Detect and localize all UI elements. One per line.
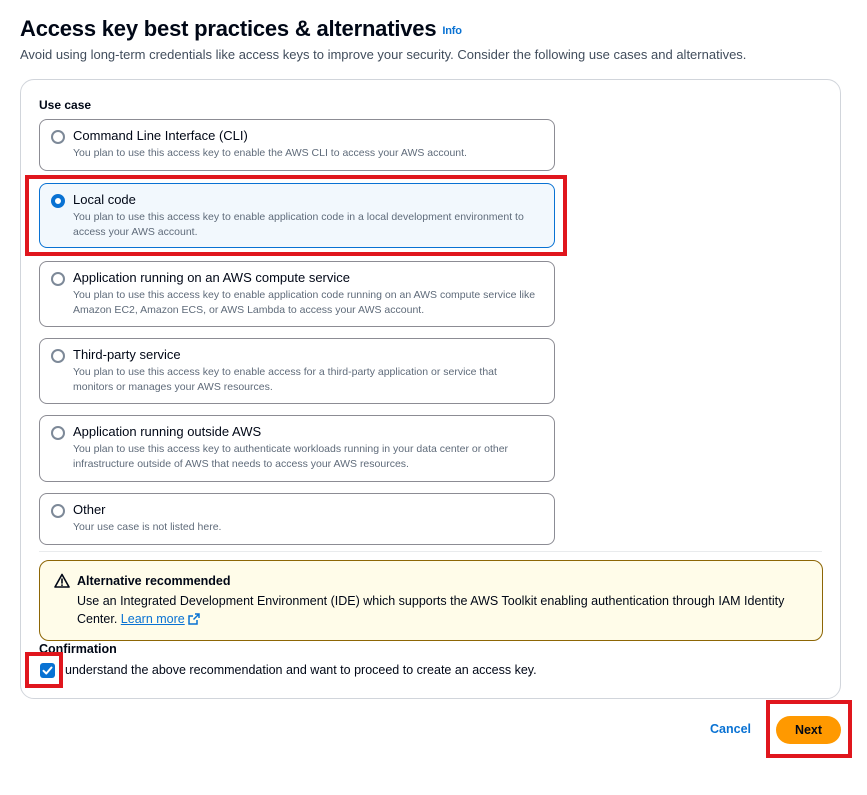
alternative-alert: Alternative recommended Use an Integrate…: [39, 560, 823, 641]
confirmation-label: Confirmation: [39, 642, 117, 656]
radio-outside-aws[interactable]: [51, 426, 65, 440]
option-aws-compute[interactable]: Application running on an AWS compute se…: [39, 261, 555, 327]
divider: [39, 551, 822, 552]
option-description: You plan to use this access key to enabl…: [73, 211, 524, 238]
learn-more-link[interactable]: Learn more: [121, 612, 200, 626]
learn-more-label[interactable]: Learn more: [121, 612, 185, 626]
option-title: Application running outside AWS: [73, 424, 262, 439]
radio-cli[interactable]: [51, 130, 65, 144]
option-description: You plan to use this access key to enabl…: [73, 289, 536, 316]
alert-body: Use an Integrated Development Environmen…: [77, 592, 792, 628]
page-title-text: Access key best practices & alternatives: [20, 16, 437, 41]
warning-icon: [54, 573, 70, 588]
confirmation-text: understand the above recommendation and …: [65, 663, 537, 677]
option-outside-aws[interactable]: Application running outside AWS You plan…: [39, 415, 555, 482]
radio-aws-compute[interactable]: [51, 272, 65, 286]
use-case-label: Use case: [39, 98, 92, 112]
option-description: You plan to use this access key to enabl…: [73, 147, 467, 159]
option-title: Application running on an AWS compute se…: [73, 270, 351, 285]
next-button[interactable]: Next: [776, 716, 841, 744]
external-link-icon[interactable]: [187, 613, 200, 625]
option-description: You plan to use this access key to enabl…: [73, 366, 497, 393]
option-title: Local code: [73, 192, 136, 207]
radio-third-party[interactable]: [51, 349, 65, 363]
option-description: Your use case is not listed here.: [73, 521, 222, 533]
option-third-party[interactable]: Third-party service You plan to use this…: [39, 338, 555, 404]
confirmation-checkbox[interactable]: [40, 663, 55, 678]
option-other[interactable]: Other Your use case is not listed here.: [39, 493, 555, 545]
radio-local-code[interactable]: [51, 194, 65, 208]
option-cli[interactable]: Command Line Interface (CLI) You plan to…: [39, 119, 555, 171]
alert-title: Alternative recommended: [77, 574, 231, 588]
cancel-button[interactable]: Cancel: [710, 722, 751, 736]
option-title: Command Line Interface (CLI): [73, 128, 248, 143]
option-local-code[interactable]: Local code You plan to use this access k…: [39, 183, 555, 248]
option-description: You plan to use this access key to authe…: [73, 443, 509, 470]
info-link[interactable]: Info: [442, 25, 462, 37]
checkmark-icon: [42, 666, 53, 675]
page-subtitle: Avoid using long-term credentials like a…: [20, 47, 747, 62]
radio-other[interactable]: [51, 504, 65, 518]
option-title: Other: [73, 502, 106, 517]
page-title: Access key best practices & alternatives…: [20, 16, 462, 42]
option-title: Third-party service: [73, 347, 181, 362]
